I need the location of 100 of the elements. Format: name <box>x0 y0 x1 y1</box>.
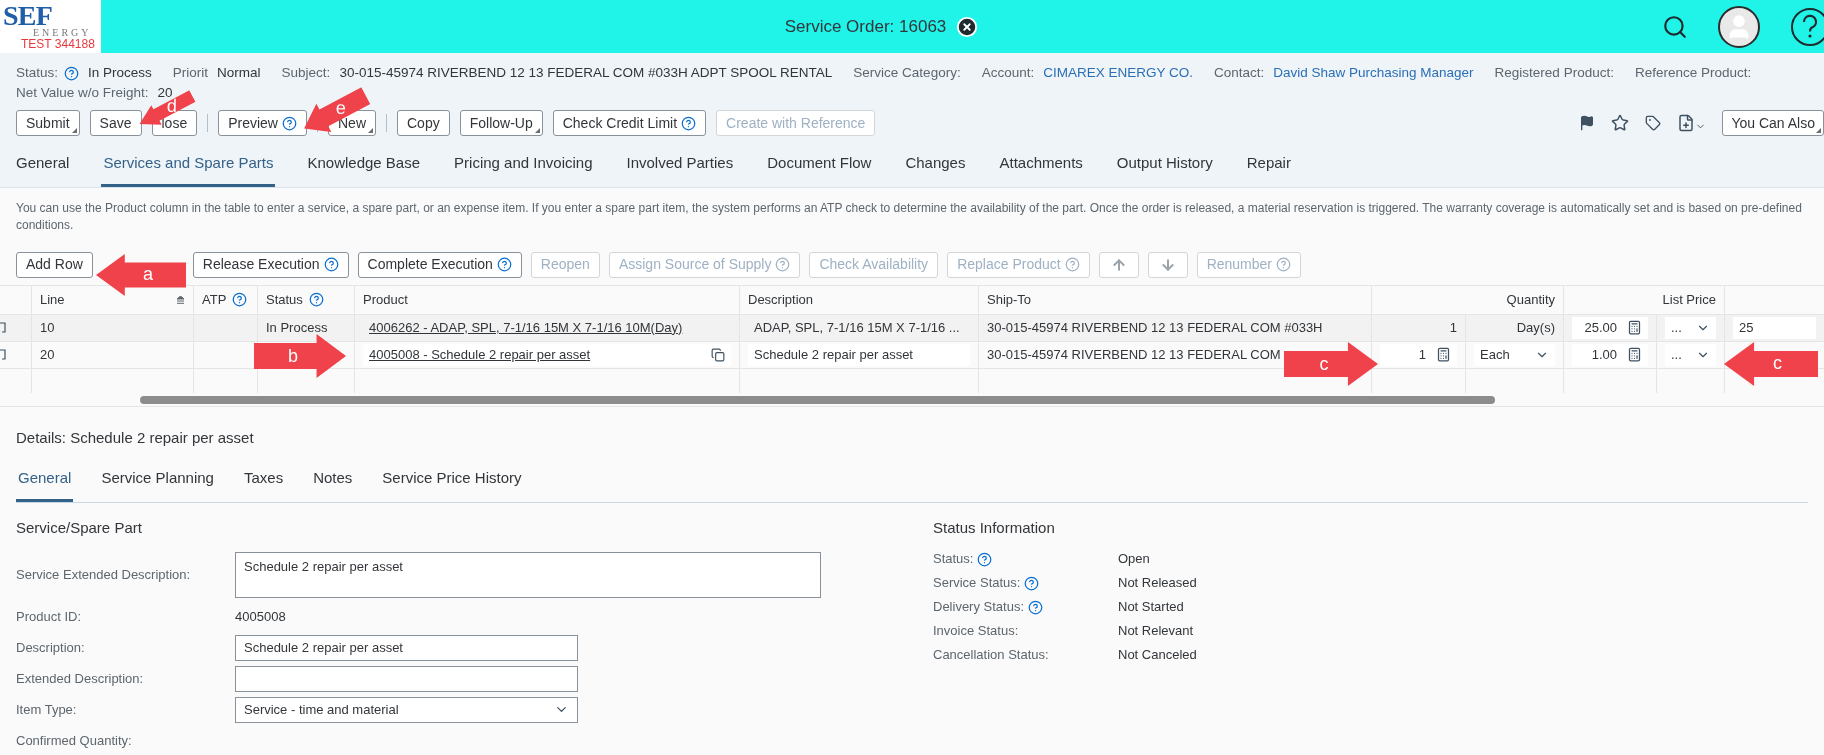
table-cell-text: Day(s) <box>1516 318 1555 337</box>
text-area[interactable]: Schedule 2 repair per asset <box>235 552 821 598</box>
help-icon[interactable] <box>308 292 324 307</box>
field-value: Not Started <box>1118 598 1184 617</box>
field-value: Open <box>1118 550 1150 569</box>
table-row[interactable]: 10 In Process 4006262 - ADAP, SPL, 7-1/16 15M X 7-1/16 10M(Day) ADAP, SPL, 7-1/16 15M X 7-1/16 ... 30-015-45974 RIVERBEND 12 13 FEDERAL COM #033H 1 Day(s) 25.00 ... 25 <box>0 314 1824 342</box>
price-field[interactable]: 1.00 <box>1572 343 1648 366</box>
toolbar-button[interactable]: Release Execution <box>192 251 349 278</box>
tab[interactable]: General <box>14 146 72 187</box>
column-header[interactable]: Description <box>748 289 814 310</box>
tab[interactable]: General <box>16 461 74 502</box>
tab[interactable]: Notes <box>311 461 355 502</box>
callout-arrow: b <box>254 334 346 378</box>
table-cell-text: 30-015-45974 RIVERBEND 12 13 FEDERAL COM #033H <box>987 318 1323 337</box>
star-icon[interactable] <box>1611 114 1630 132</box>
toolbar-button[interactable]: Submit <box>16 110 80 136</box>
currency-select[interactable]: ... <box>1665 316 1716 339</box>
input-field[interactable]: Schedule 2 repair per asset <box>235 634 578 661</box>
tab[interactable]: Changes <box>903 146 968 187</box>
field-label: Service Extended Description: <box>16 566 192 585</box>
calculator-icon[interactable] <box>1627 347 1642 362</box>
product-field[interactable]: 4005008 - Schedule 2 repair per asset <box>363 343 731 366</box>
field-label: Service Category: <box>853 64 961 82</box>
toolbar-button[interactable]: Check Credit Limit <box>552 110 707 136</box>
help-icon[interactable] <box>1028 599 1044 615</box>
tab[interactable]: Service Planning <box>99 461 216 502</box>
new-document-icon[interactable] <box>1677 114 1707 132</box>
info-text: You can use the Product column in the table to enter a service, a spare part, or an expense item. If you enter a spare part item, the system performs an ATP check to determine the availability of the part. Once the order is released, a material reservation is triggered. The warranty coverage is automatically set and is based on pre-defined conditions. <box>16 199 1803 234</box>
menu-corner-icon <box>71 128 77 133</box>
tab[interactable]: Repair <box>1244 146 1293 187</box>
field-label: Registered Product: <box>1494 64 1614 82</box>
tab[interactable]: Knowledge Base <box>305 146 423 187</box>
toolbar-button[interactable]: Follow-Up <box>459 110 543 136</box>
menu-corner-icon <box>1816 128 1821 133</box>
field-label: Status: <box>16 64 80 82</box>
product-link[interactable]: 4006262 - ADAP, SPL, 7-1/16 15M X 7-1/16 10M(Day) <box>363 317 689 338</box>
field-link[interactable]: CIMAREX ENERGY CO. <box>1043 64 1193 82</box>
table-cell-text: 10 <box>40 318 55 337</box>
calculator-icon[interactable] <box>1436 347 1451 362</box>
field-label: Description: <box>16 638 86 657</box>
logo: SEF ENERGY TEST 344188 <box>0 0 101 53</box>
description-field[interactable]: Schedule 2 repair per asset <box>748 343 970 366</box>
sort-icon[interactable] <box>176 295 185 304</box>
quantity-field[interactable]: 1 <box>1380 343 1457 366</box>
select-field[interactable]: Service - time and material <box>235 696 578 723</box>
help-icon[interactable] <box>232 292 248 307</box>
callout-arrow: a <box>96 254 186 296</box>
column-header[interactable]: Status <box>266 289 324 310</box>
field-label: Cancellation Status: <box>933 646 1049 665</box>
column-header[interactable]: Quantity <box>1506 289 1555 310</box>
scrollbar[interactable] <box>140 395 1495 404</box>
toolbar-button[interactable]: Add Row <box>16 251 93 278</box>
menu-button[interactable]: You Can Also <box>1722 110 1824 136</box>
row-handle-icon[interactable] <box>0 322 6 333</box>
tab[interactable]: Pricing and Invoicing <box>452 146 595 187</box>
calculator-icon[interactable] <box>1627 320 1642 335</box>
tag-icon[interactable] <box>1645 115 1662 131</box>
help-icon[interactable] <box>1024 575 1040 591</box>
avatar[interactable] <box>1718 5 1760 48</box>
toolbar-button[interactable]: Save <box>89 110 142 136</box>
close-icon[interactable] <box>956 15 979 38</box>
menu-corner-icon <box>368 128 373 133</box>
tab[interactable]: Services and Spare Parts <box>101 146 276 187</box>
tab[interactable]: Taxes <box>241 461 286 502</box>
column-header[interactable]: Product <box>363 289 408 310</box>
table-cell-text: 20 <box>40 345 55 364</box>
tab[interactable]: Involved Parties <box>624 146 736 187</box>
field-link[interactable]: David Shaw Purchasing Manager <box>1273 64 1474 82</box>
column-header[interactable]: Ship-To <box>987 289 1032 310</box>
field-label: Priorit <box>172 64 209 82</box>
toolbar-button[interactable]: Copy <box>397 110 450 136</box>
flag-icon[interactable] <box>1579 115 1596 131</box>
unit-select[interactable]: Each <box>1474 343 1555 366</box>
menu-corner-icon <box>534 128 540 133</box>
column-header[interactable]: ATP <box>202 289 248 310</box>
currency-select[interactable]: ... <box>1665 343 1716 366</box>
field-label: Product ID: <box>16 607 83 626</box>
tab[interactable]: Service Price History <box>380 461 524 502</box>
table-cell-text: 30-015-45974 RIVERBEND 12 13 FEDERAL COM <box>987 345 1281 364</box>
row-handle-icon[interactable] <box>0 349 6 360</box>
column-header[interactable]: List Price <box>1662 289 1716 310</box>
price-field[interactable]: 25.00 <box>1572 316 1648 339</box>
help-icon[interactable] <box>64 65 80 81</box>
input-field[interactable] <box>235 665 578 692</box>
field-label: Account: <box>981 64 1035 82</box>
field-label: Item Type: <box>16 700 78 719</box>
copy-icon[interactable] <box>711 347 725 362</box>
tab[interactable]: Attachments <box>997 146 1085 187</box>
search-icon[interactable] <box>1662 13 1688 40</box>
help-icon[interactable] <box>977 551 993 567</box>
table-cell-text: ADAP, SPL, 7-1/16 15M X 7-1/16 ... <box>753 318 961 337</box>
product-link[interactable]: 4005008 - Schedule 2 repair per asset <box>369 344 591 365</box>
tab[interactable]: Document Flow <box>765 146 874 187</box>
toolbar-button[interactable]: Preview <box>218 110 307 136</box>
tab[interactable]: Output History <box>1114 146 1215 187</box>
field-label: Service Status: <box>933 573 1040 593</box>
toolbar-button[interactable]: Complete Execution <box>357 251 522 278</box>
field-label: Confirmed Quantity: <box>16 731 133 750</box>
value-field[interactable]: 25 <box>1733 316 1816 339</box>
help-icon[interactable] <box>1790 6 1824 47</box>
